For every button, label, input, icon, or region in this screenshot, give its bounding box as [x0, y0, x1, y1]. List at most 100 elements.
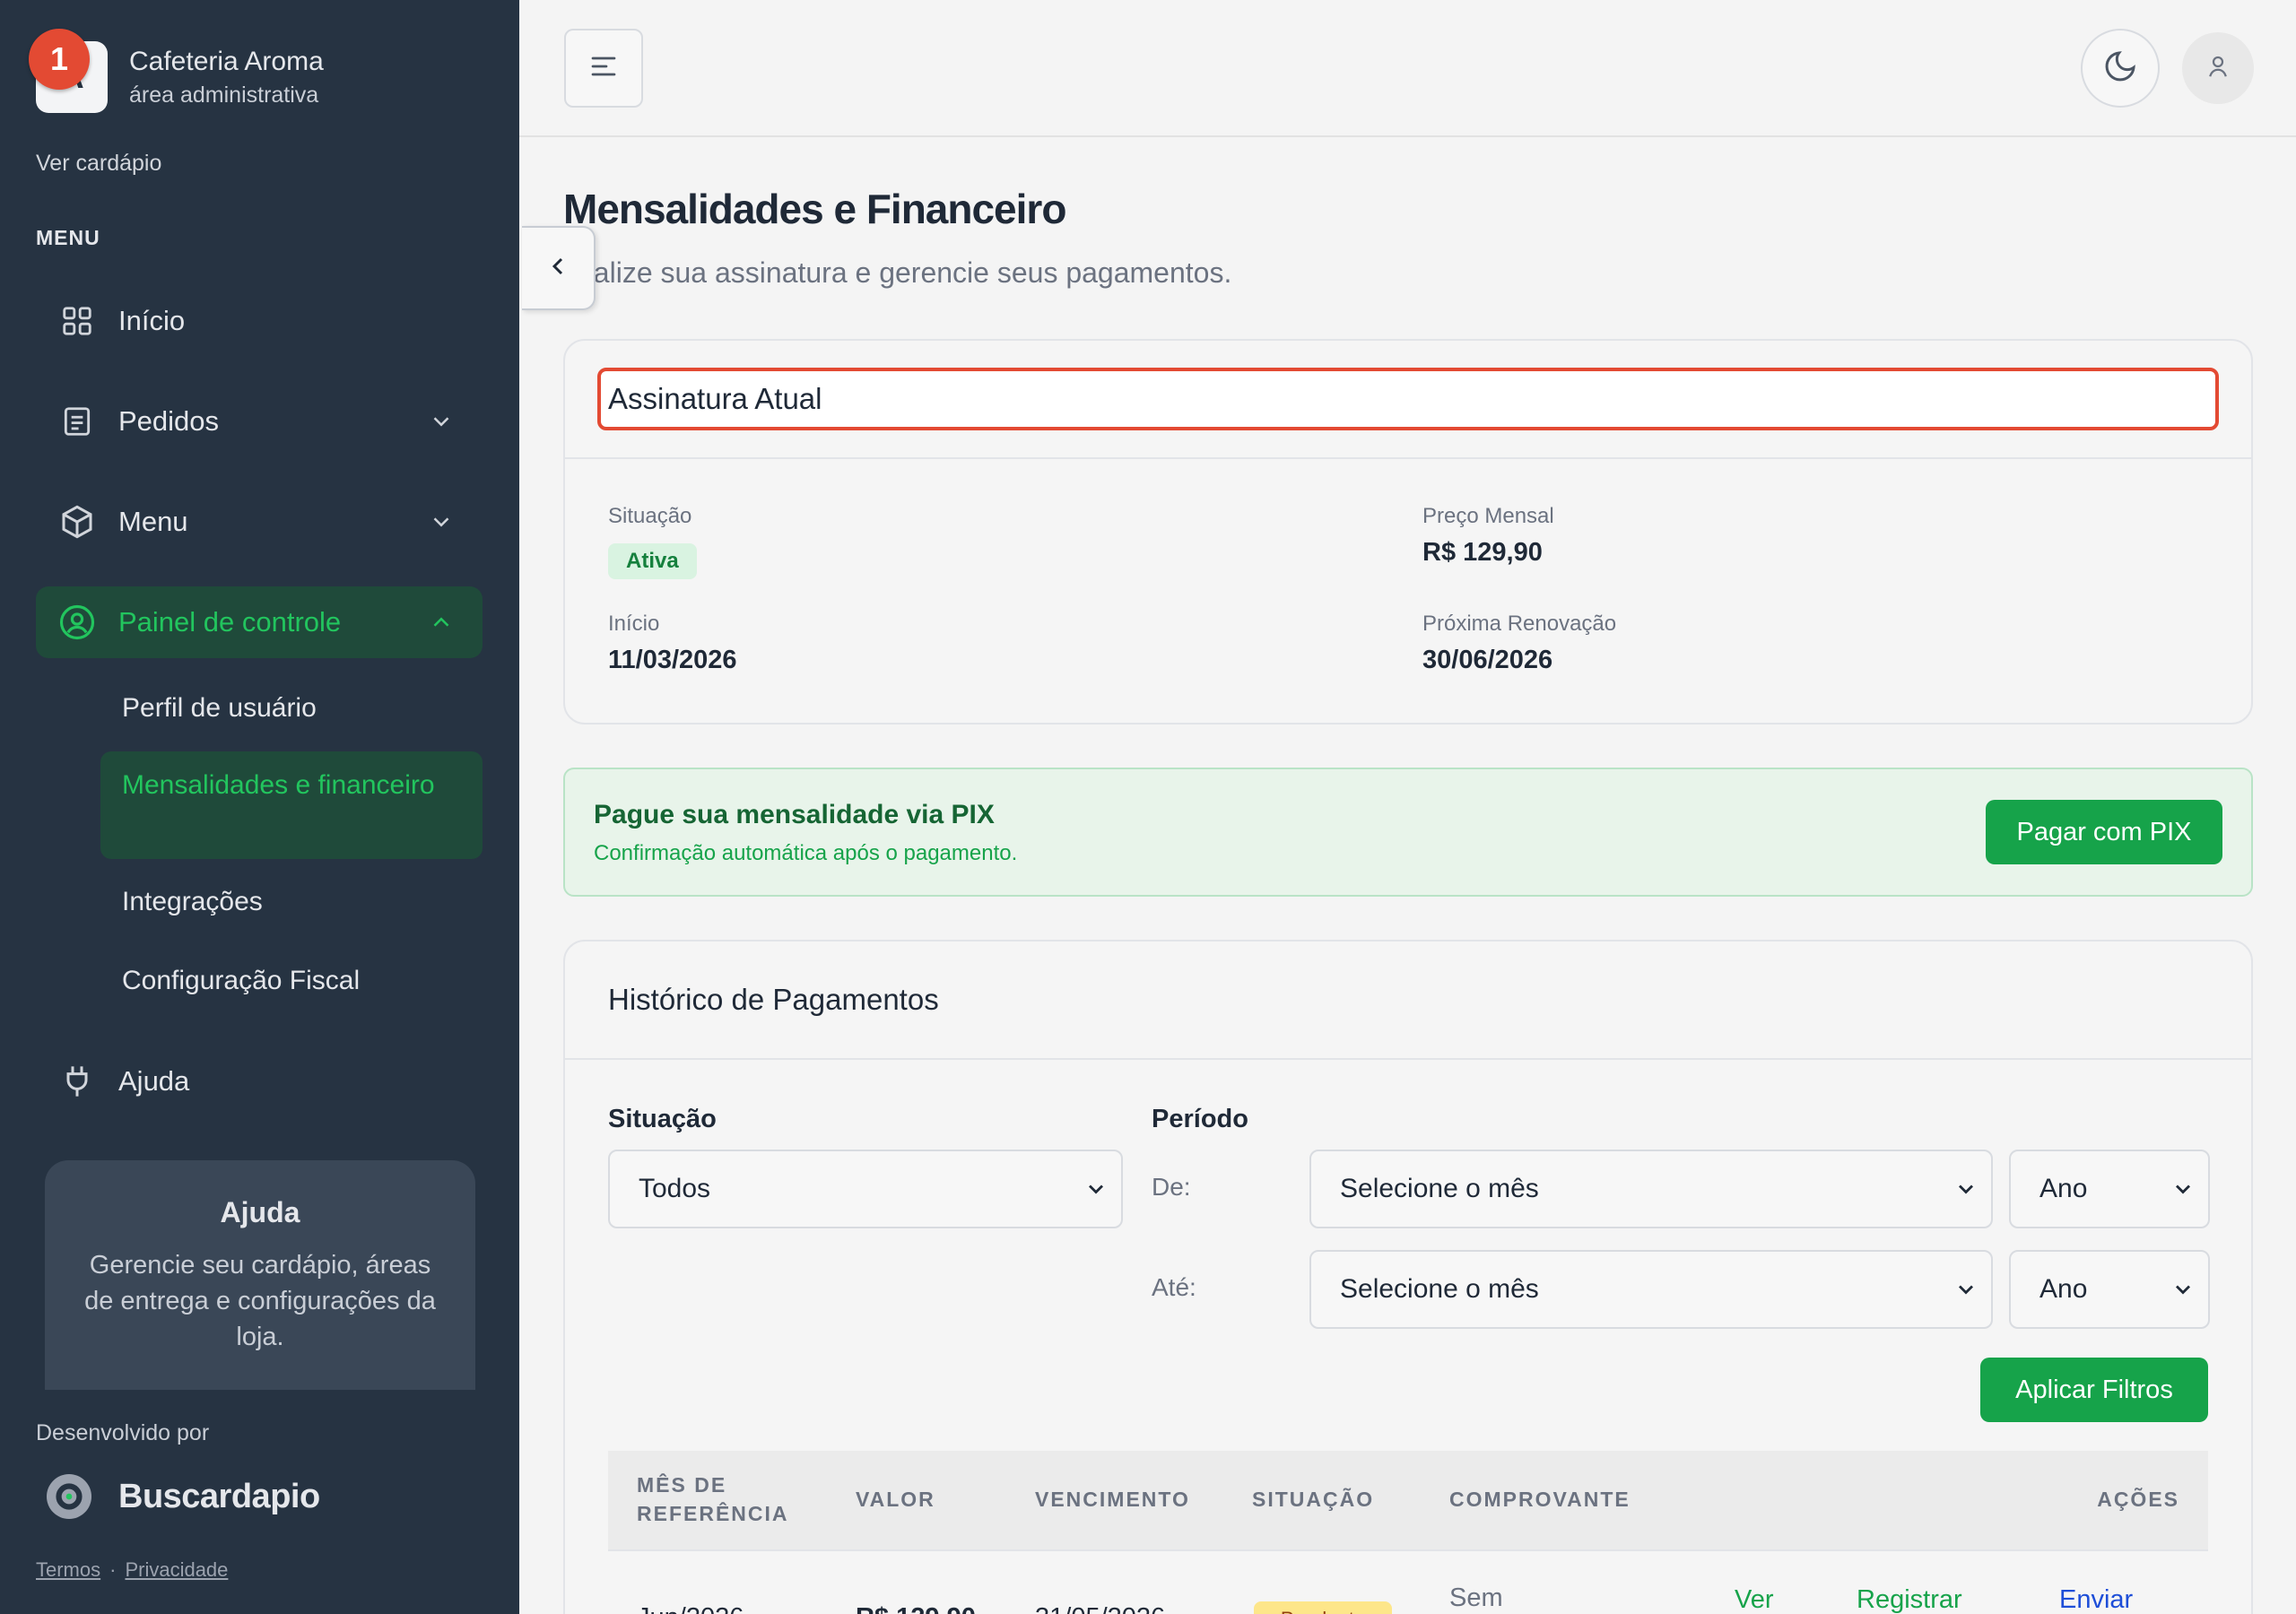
status-filter-select[interactable]: Todos — [608, 1150, 1123, 1228]
sidebar-subitem-mensalidades[interactable]: Mensalidades e financeiro — [100, 751, 483, 859]
price-label: Preço Mensal — [1422, 504, 1554, 528]
pix-title: Pague sua mensalidade via PIX — [594, 800, 995, 829]
menu-heading: MENU — [36, 226, 100, 249]
register-link[interactable]: Registrar — [1857, 1585, 1962, 1614]
chevron-down-icon — [1083, 1176, 1109, 1209]
page-subtitle: sualize sua assinatura e gerencie seus p… — [563, 256, 1232, 289]
sidebar-item-inicio[interactable]: Início — [36, 285, 483, 357]
view-link[interactable]: Ver — [1735, 1585, 1774, 1614]
from-year-select[interactable]: Ano — [2009, 1150, 2210, 1228]
apply-filters-button[interactable]: Aplicar Filtros — [1980, 1358, 2208, 1422]
status-badge: Ativa — [608, 543, 697, 579]
privacy-link[interactable]: Privacidade — [125, 1558, 228, 1581]
sidebar-item-label: Ajuda — [118, 1065, 190, 1097]
to-label: Até: — [1152, 1273, 1196, 1301]
developer-name: Buscardapio — [118, 1477, 320, 1515]
plug-icon — [57, 1062, 97, 1101]
from-label: De: — [1152, 1173, 1191, 1201]
column-header: VALOR — [856, 1488, 935, 1511]
row-status-badge: Pendente — [1254, 1601, 1392, 1614]
chevron-down-icon — [1953, 1277, 1979, 1309]
chevron-down-icon — [425, 506, 457, 538]
chevron-left-icon — [544, 252, 572, 285]
aperture-icon — [47, 1474, 91, 1519]
page-title: Mensalidades e Financeiro — [563, 186, 1066, 232]
help-card-text: Gerencie seu cardápio, áreas de entrega … — [84, 1251, 436, 1351]
user-menu-button[interactable] — [2182, 32, 2254, 104]
menu-toggle-button[interactable] — [564, 29, 643, 108]
footer-separator: · — [109, 1558, 117, 1581]
sidebar-item-ajuda[interactable]: Ajuda — [36, 1046, 483, 1117]
developed-by-label: Desenvolvido por — [36, 1420, 210, 1445]
payment-history-card: Histórico de Pagamentos Situação Todos P… — [563, 940, 2253, 1614]
to-month-select[interactable]: Selecione o mês — [1309, 1250, 1993, 1329]
collapse-sidebar-button[interactable] — [522, 226, 596, 310]
developer-brand[interactable]: Buscardapio — [47, 1474, 320, 1519]
status-filter-label: Situação — [608, 1105, 717, 1133]
send-link[interactable]: Enviar — [2059, 1585, 2133, 1614]
sidebar-item-label: Painel de controle — [118, 606, 342, 638]
brand-subtitle: área administrativa — [129, 82, 319, 108]
sidebar-item-label: Pedidos — [118, 405, 220, 437]
box-icon — [57, 502, 97, 542]
receipt-icon — [57, 402, 97, 441]
row-value: R$ 129,90 — [856, 1603, 976, 1614]
history-title: Histórico de Pagamentos — [608, 983, 939, 1016]
sidebar-subitem-integracoes[interactable]: Integrações — [100, 881, 483, 924]
row-month: Jun/2026 — [637, 1603, 744, 1614]
column-header: AÇÕES — [2097, 1488, 2179, 1511]
divider — [565, 457, 2251, 459]
theme-toggle-button[interactable] — [2081, 29, 2160, 108]
user-icon — [2205, 53, 2231, 84]
from-month-select[interactable]: Selecione o mês — [1309, 1150, 1993, 1228]
pay-with-pix-button[interactable]: Pagar com PIX — [1986, 800, 2222, 864]
sidebar: A Cafeteria Aroma área administrativa 1 … — [0, 0, 519, 1614]
column-header: COMPROVANTE — [1449, 1488, 1631, 1511]
column-header: VENCIMENTO — [1035, 1488, 1190, 1511]
to-year-value: Ano — [2039, 1274, 2088, 1304]
status-label: Situação — [608, 504, 692, 528]
start-label: Início — [608, 612, 660, 636]
from-month-value: Selecione o mês — [1340, 1174, 1539, 1203]
renewal-value: 30/06/2026 — [1422, 646, 1553, 674]
to-year-select[interactable]: Ano — [2009, 1250, 2210, 1329]
user-circle-icon — [57, 603, 97, 642]
terms-link[interactable]: Termos — [36, 1558, 100, 1581]
view-menu-link[interactable]: Ver cardápio — [36, 151, 161, 177]
from-year-value: Ano — [2039, 1174, 2088, 1203]
column-header: MÊS DE REFERÊNCIA — [637, 1473, 789, 1525]
help-card: Ajuda Gerencie seu cardápio, áreas de en… — [45, 1160, 475, 1390]
grid-icon — [57, 301, 97, 341]
table-header: MÊS DE REFERÊNCIA VALOR VENCIMENTO SITUA… — [608, 1451, 2208, 1551]
chevron-down-icon — [2170, 1176, 2196, 1209]
subscription-card-header: Assinatura Atual — [597, 368, 2219, 430]
notification-badge: 1 — [29, 29, 90, 90]
brand-name: Cafeteria Aroma — [129, 46, 324, 76]
pix-payment-banner: Pague sua mensalidade via PIX Confirmaçã… — [563, 768, 2253, 897]
divider — [565, 1058, 2251, 1060]
chevron-down-icon — [425, 405, 457, 438]
sidebar-item-pedidos[interactable]: Pedidos — [36, 386, 483, 457]
sidebar-item-menu[interactable]: Menu — [36, 486, 483, 558]
row-receipt: Sem — [1449, 1584, 1503, 1612]
status-filter-value: Todos — [639, 1174, 711, 1203]
footer-links: Termos · Privacidade — [36, 1558, 228, 1582]
subscription-card: Assinatura Atual Situação Ativa Preço Me… — [563, 339, 2253, 725]
sidebar-subitem-configuracao-fiscal[interactable]: Configuração Fiscal — [100, 959, 483, 1002]
sidebar-item-label: Menu — [118, 506, 188, 537]
column-header: SITUAÇÃO — [1252, 1488, 1375, 1511]
to-month-value: Selecione o mês — [1340, 1274, 1539, 1304]
topbar — [519, 0, 2296, 137]
renewal-label: Próxima Renovação — [1422, 612, 1617, 636]
price-value: R$ 129,90 — [1422, 538, 1543, 567]
sidebar-item-painel-de-controle[interactable]: Painel de controle — [36, 586, 483, 658]
chevron-up-icon — [425, 606, 457, 638]
sidebar-subitem-perfil[interactable]: Perfil de usuário — [100, 687, 483, 730]
sidebar-item-label: Início — [118, 305, 186, 336]
moon-icon — [2102, 48, 2138, 89]
chevron-down-icon — [1953, 1176, 1979, 1209]
chevron-down-icon — [2170, 1277, 2196, 1309]
menu-lines-icon — [587, 50, 620, 87]
pix-text: Confirmação automática após o pagamento. — [594, 841, 1018, 865]
start-value: 11/03/2026 — [608, 646, 737, 674]
